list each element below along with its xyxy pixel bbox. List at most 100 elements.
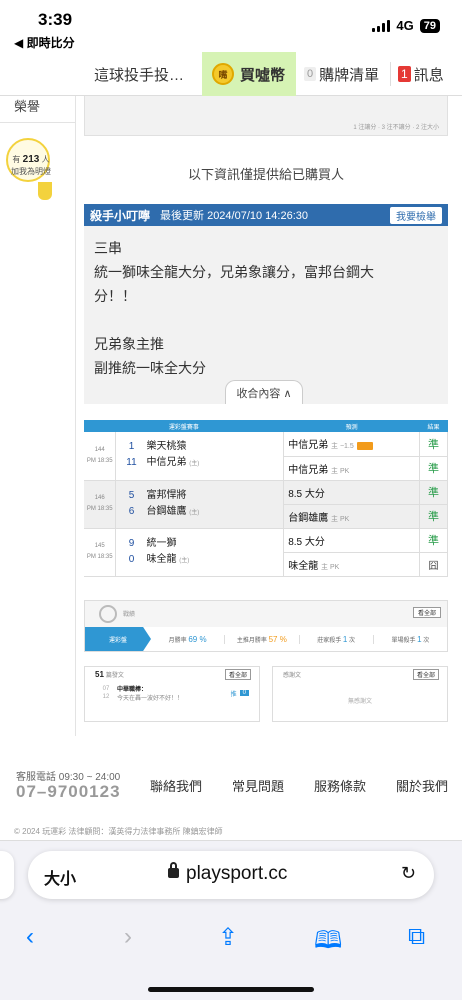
home-score: 0: [128, 553, 135, 565]
league-killer-label: 莊家殺手: [317, 637, 342, 644]
league-killer: 莊家殺手 1 次: [300, 634, 374, 644]
single-killer-value: 1: [417, 634, 422, 644]
reload-icon[interactable]: ↻: [401, 863, 416, 884]
coin-icon: 嘴: [212, 63, 234, 85]
home-win-label: 主推月勝率: [236, 637, 267, 644]
pick-sub: 主 PK: [321, 563, 340, 571]
home-team[interactable]: 中信兄弟: [146, 457, 186, 468]
posts-view-all-button[interactable]: 看全部: [224, 669, 251, 680]
record-panel: 戰績 看全部 運彩盤 月勝率 69 % 主推月勝率 57 % 莊家殺手 1 次 …: [84, 600, 448, 652]
copyright: © 2024 玩運彩 法律顧問：漢英得力法律事務所 陳鎮宏律師: [14, 827, 223, 836]
buy-coins-button[interactable]: 嘴 買噓幣: [202, 52, 296, 96]
thanks-box: 感謝文 看全部 無感謝文: [272, 666, 448, 722]
pick-text: 中信兄弟: [288, 440, 329, 452]
home-team[interactable]: 台鋼雄鷹: [146, 506, 186, 517]
home-tag: (主): [189, 461, 200, 468]
bookmarks-icon[interactable]: 🕮: [314, 923, 342, 964]
tip-header: 殺手小叮嚀 最後更新 2024/07/10 14:26:30 我要檢舉: [84, 204, 448, 226]
pick-sub: 主 PK: [331, 515, 350, 523]
result-cell: 準: [419, 456, 448, 481]
share-icon[interactable]: ⇪: [218, 923, 238, 952]
tabs-icon[interactable]: ⧉: [408, 923, 425, 951]
footer-link-faq[interactable]: 常見問題: [232, 776, 284, 795]
support-phone[interactable]: 07–9700123: [16, 782, 121, 802]
report-button[interactable]: 我要檢舉: [390, 207, 442, 224]
single-killer: 單場殺手 1 次: [374, 635, 447, 644]
buy-coins-label: 買噓幣: [240, 66, 286, 84]
home-score: 6: [128, 505, 135, 517]
tip-line: [94, 308, 438, 332]
month-win-label: 月勝率: [168, 637, 187, 644]
back-to-app-link[interactable]: ◀ 即時比分: [14, 34, 75, 51]
footer-link-contact[interactable]: 聯絡我們: [150, 776, 202, 795]
away-team[interactable]: 富邦悍將: [146, 490, 186, 501]
lock-icon: [168, 862, 179, 878]
tip-line: 統一獅味全龍大分，兄弟象讓分，富邦台鋼大: [94, 264, 374, 280]
status-bar: 3:39 ◀ 即時比分 4G 79: [0, 0, 462, 52]
collapse-content-button[interactable]: 收合內容 ∧: [225, 380, 303, 404]
game-info: 144 PM 18:35: [84, 432, 117, 481]
game-teams: 1 樂天桃猿 11 中信兄弟 (主): [115, 432, 285, 481]
pick-cell: 味全龍 主 PK: [283, 552, 421, 577]
list-item[interactable]: 07 12 中華職棒： 今天在轟一波好不好！！ 推0: [85, 682, 259, 704]
address-bar[interactable]: 大小 playsport.cc ↻: [28, 851, 434, 899]
record-stats: 運彩盤 月勝率 69 % 主推月勝率 57 % 莊家殺手 1 次 單場殺手 1 …: [85, 627, 447, 651]
thanks-view-all-button[interactable]: 看全部: [412, 669, 439, 680]
game-teams: 9 統一獅 0 味全龍 (主): [115, 528, 285, 577]
pick-cell: 8.5 大分: [283, 480, 421, 505]
game-info: 145 PM 18:35: [84, 528, 117, 577]
sidebar-honor[interactable]: 榮譽: [14, 96, 40, 115]
home-team[interactable]: 味全龍: [146, 554, 176, 565]
page-settings-button[interactable]: 大小: [44, 865, 76, 889]
pick-cell: 中信兄弟 主 PK: [283, 456, 421, 481]
league-killer-value: 1: [342, 634, 348, 644]
home-win-value: 57 %: [268, 634, 287, 644]
table-row: 146 PM 18:35 5 富邦悍將 6 台鋼雄鷹 (主) 8.5 大分 準: [84, 480, 448, 529]
message-count-badge: 1: [398, 66, 411, 82]
table-row: 144 PM 18:35 1 樂天桃猿 11 中信兄弟 (主) 中信兄弟 主 −1.…: [84, 432, 448, 481]
cart-list-button[interactable]: 0 購牌清單: [304, 52, 379, 96]
post-date-month: 07: [102, 686, 110, 692]
month-win-rate: 月勝率 69 %: [151, 634, 226, 644]
post-text: 中華職棒： 今天在轟一波好不好！！: [117, 684, 183, 702]
posts-header: 51 篇發文 看全部: [85, 667, 259, 682]
battery-icon: 79: [419, 18, 440, 33]
home-score: 11: [126, 457, 137, 469]
tip-line: 兄弟象主推: [94, 336, 164, 352]
game-info: 146 PM 18:35: [84, 480, 117, 529]
record-header: 戰績 看全部: [85, 601, 447, 627]
unit-label: 次: [423, 637, 430, 644]
target-icon: [99, 605, 117, 623]
nav-page-title[interactable]: 這球投手投…: [94, 52, 184, 96]
thanks-header: 感謝文 看全部: [273, 667, 447, 682]
away-team[interactable]: 統一獅: [146, 538, 176, 549]
lightbulb-follow-text[interactable]: 有 213 人 加我為明燈: [6, 154, 56, 178]
unit-label: 次: [349, 637, 356, 644]
post-date: 07 12: [95, 685, 117, 701]
forward-icon[interactable]: ›: [124, 923, 132, 951]
result-cell: 準: [419, 504, 448, 529]
away-team[interactable]: 樂天桃猿: [146, 441, 186, 452]
messages-button[interactable]: 1 訊息: [398, 52, 444, 96]
tip-line: 三串: [94, 240, 122, 256]
away-score: 1: [128, 441, 135, 453]
previous-tab-preview[interactable]: [0, 851, 14, 899]
record-view-all-button[interactable]: 看全部: [412, 607, 441, 618]
footer-link-terms[interactable]: 服務條款: [314, 776, 366, 795]
post-date-day: 12: [102, 694, 110, 700]
push-count: 0: [239, 690, 249, 696]
record-tab-sports-lottery[interactable]: 運彩盤: [85, 627, 151, 651]
prediction-table: 運彩盤賽事 預測 結果 144 PM 18:35 1 樂天桃猿 11 中信兄弟 (主…: [84, 420, 448, 577]
bulb-suffix: 人: [41, 155, 50, 164]
browser-bottom-bar: 大小 playsport.cc ↻ ‹ › ⇪ 🕮 ⧉: [0, 840, 462, 1000]
footer-link-about[interactable]: 關於我們: [396, 776, 448, 795]
url-text[interactable]: playsport.cc: [186, 863, 287, 885]
pick-cell: 台鋼雄鷹 主 PK: [283, 504, 421, 529]
back-icon[interactable]: ‹: [26, 923, 34, 951]
sidebar-divider: [0, 122, 76, 123]
status-time: 3:39: [38, 10, 73, 29]
signal-icon: [372, 19, 391, 32]
pick-cell: 8.5 大分: [283, 528, 421, 553]
record-title: 戰績: [123, 612, 136, 618]
killer-tip-panel: 殺手小叮嚀 最後更新 2024/07/10 14:26:30 我要檢舉 三串 統…: [84, 204, 448, 404]
